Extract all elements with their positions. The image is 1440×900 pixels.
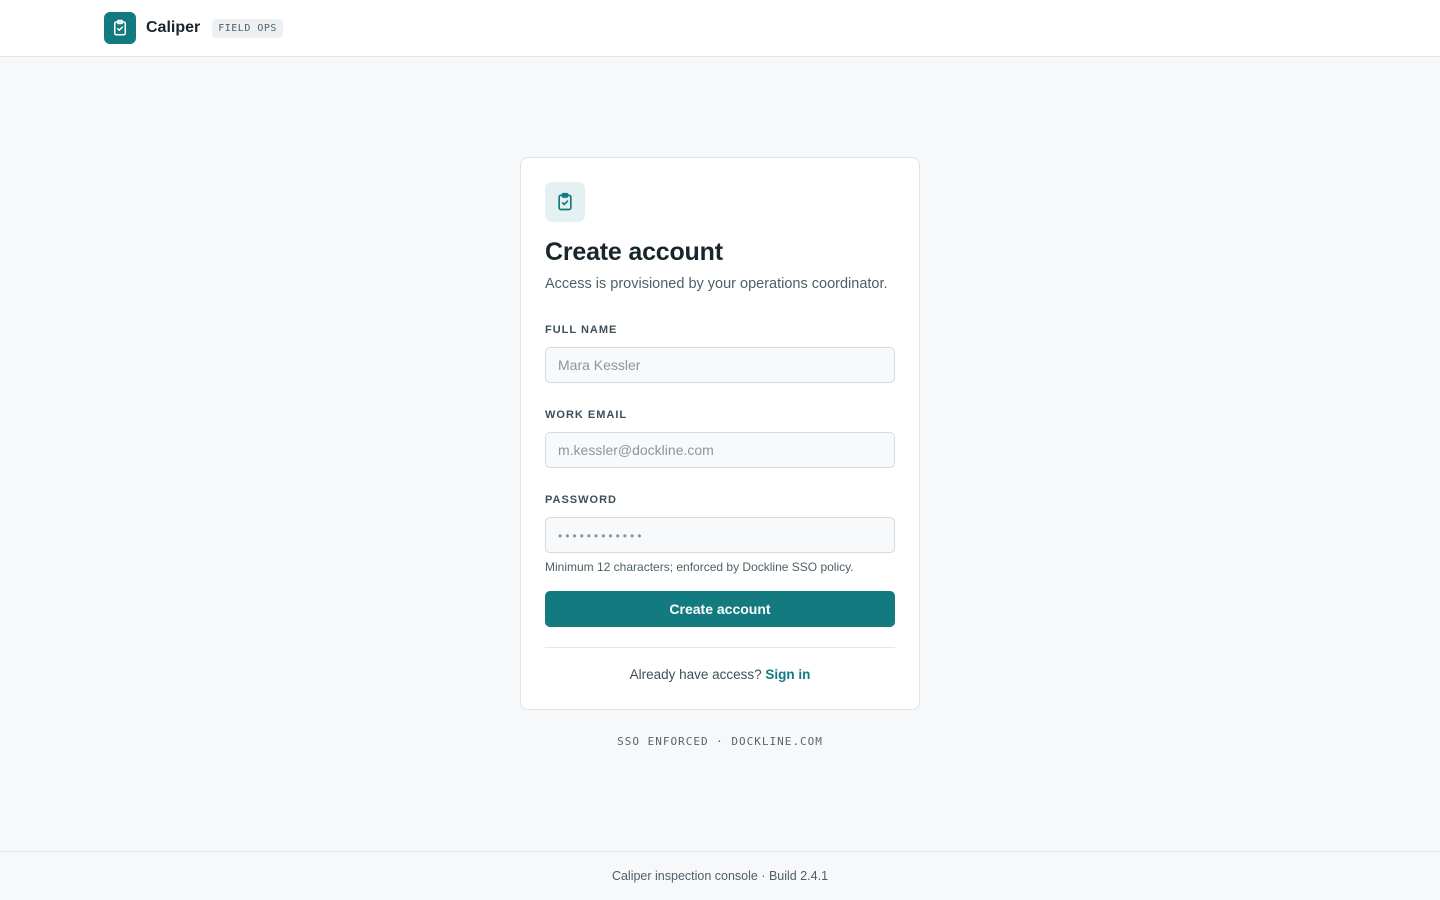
work-email-field[interactable] (545, 432, 895, 468)
brand-badge: FIELD OPS (212, 18, 283, 38)
create-account-button[interactable]: Create account (545, 591, 895, 627)
page-title: Create account (545, 238, 723, 266)
password-label: PASSWORD (545, 494, 617, 506)
sign-in-link[interactable]: Sign in (765, 667, 810, 682)
full-name-field[interactable] (545, 347, 895, 383)
password-field[interactable] (545, 517, 895, 553)
clipboard-check-icon (545, 182, 585, 222)
brand-name: Caliper (146, 19, 201, 36)
page-subtitle: Access is provisioned by your operations… (545, 276, 888, 292)
footer-text: Caliper inspection console · Build 2.4.1 (611, 869, 829, 883)
top-bar: Caliper FIELD OPS (0, 0, 1440, 57)
signin-prompt: Already have access? (629, 667, 766, 682)
divider (545, 647, 895, 648)
signup-card: Create account Access is provisioned by … (520, 157, 920, 710)
password-hint: Minimum 12 characters; enforced by Dockl… (545, 560, 854, 574)
work-email-label: WORK EMAIL (545, 409, 628, 421)
brand[interactable]: Caliper FIELD OPS (104, 12, 283, 44)
signin-row: Already have access? Sign in (545, 667, 895, 682)
full-name-label: FULL NAME (545, 324, 618, 336)
footer: Caliper inspection console · Build 2.4.1 (0, 851, 1440, 900)
clipboard-check-icon (104, 12, 136, 44)
sso-note: SSO ENFORCED · DOCKLINE.COM (617, 735, 823, 748)
